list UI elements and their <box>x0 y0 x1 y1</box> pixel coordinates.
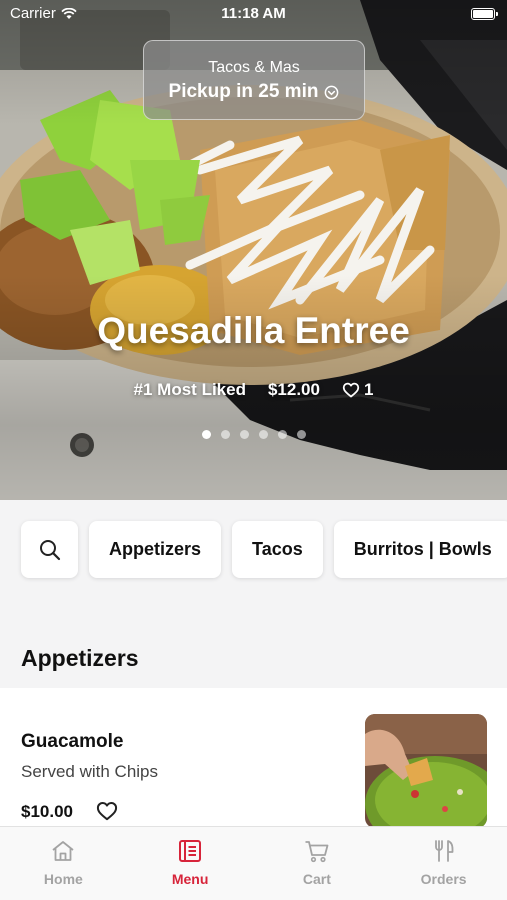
tab-cart-label: Cart <box>302 871 331 887</box>
status-time: 11:18 AM <box>221 5 286 22</box>
carousel-dot[interactable] <box>220 430 230 439</box>
battery-icon <box>471 8 498 20</box>
cart-icon <box>305 841 329 863</box>
search-icon <box>39 539 60 560</box>
tab-home-label: Home <box>43 871 83 887</box>
section-title: Appetizers <box>21 645 139 671</box>
category-chip-burritos-bowls[interactable]: Burritos | Bowls <box>333 521 507 578</box>
featured-badge: #1 Most Liked <box>133 380 246 399</box>
carousel-dot[interactable] <box>277 430 287 439</box>
category-chip-row: Appetizers Tacos Burritos | Bowls <box>21 521 507 578</box>
tab-cart[interactable]: Cart <box>254 827 381 900</box>
featured-hero[interactable]: Carrier 11:18 AM Tacos & Mas Pickup in 2… <box>0 0 507 500</box>
tab-menu-label: Menu <box>171 871 209 887</box>
guacamole-image <box>365 714 487 828</box>
chevron-down-circle-icon <box>325 85 339 99</box>
pickup-time: Pickup in 25 min <box>144 81 364 103</box>
tab-menu[interactable]: Menu <box>127 827 254 900</box>
menu-item[interactable]: Guacamole Served with Chips $10.00 <box>0 688 507 828</box>
featured-likes[interactable]: 1 <box>342 380 373 400</box>
carousel-dot[interactable] <box>258 430 268 439</box>
store-name: Tacos & Mas <box>208 59 300 76</box>
featured-item-title: Quesadilla Entree <box>97 310 410 351</box>
category-bar: Appetizers Tacos Burritos | Bowls <box>0 500 507 620</box>
menu-icon <box>179 840 202 862</box>
category-chip-appetizers[interactable]: Appetizers <box>89 521 222 578</box>
carousel-dot[interactable] <box>201 430 211 439</box>
search-button[interactable] <box>21 521 78 578</box>
menu-item-description: Served with Chips <box>21 762 159 781</box>
menu-item-name: Guacamole <box>21 731 124 752</box>
tab-orders[interactable]: Orders <box>380 827 507 900</box>
featured-price: $12.00 <box>267 380 320 399</box>
home-icon <box>52 841 74 861</box>
status-bar: Carrier 11:18 AM <box>0 0 507 28</box>
featured-like-count: 1 <box>363 380 374 399</box>
carousel-dot[interactable] <box>239 430 249 439</box>
store-selector[interactable]: Tacos & Mas Pickup in 25 min <box>143 40 365 120</box>
heart-icon <box>342 382 360 398</box>
category-chip-tacos[interactable]: Tacos <box>232 521 323 578</box>
tab-home[interactable]: Home <box>0 827 127 900</box>
tab-orders-label: Orders <box>420 871 467 887</box>
featured-item-meta: #1 Most Liked $12.00 1 <box>0 380 507 400</box>
menu-item-price: $10.00 <box>21 802 73 821</box>
favorite-heart-icon[interactable] <box>96 801 118 821</box>
utensils-icon <box>434 840 454 862</box>
carousel-dot[interactable] <box>296 430 306 439</box>
bottom-tab-bar: Home Menu Cart Orders <box>0 826 507 900</box>
pickup-label: Pickup in 25 min <box>168 81 319 102</box>
carousel-page-indicator[interactable] <box>0 430 507 439</box>
